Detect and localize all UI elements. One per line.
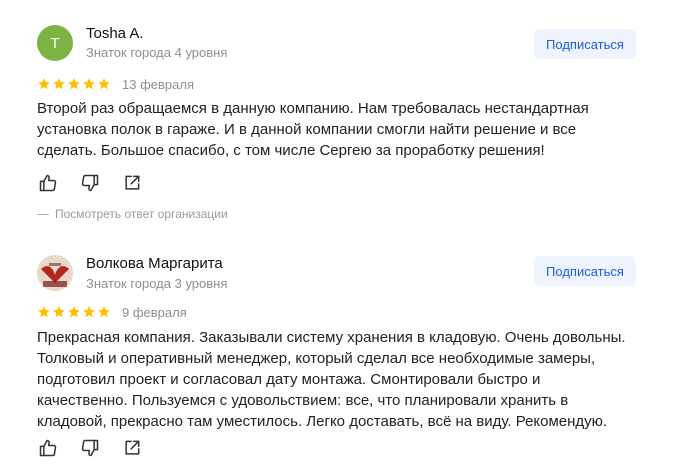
share-icon[interactable]: [121, 172, 143, 194]
thumbs-down-icon[interactable]: [79, 437, 101, 459]
star-icon: [98, 306, 110, 318]
star-icon: [83, 306, 95, 318]
review-text: Прекрасная компания. Заказывали систему …: [37, 327, 637, 432]
avatar[interactable]: [37, 255, 73, 291]
star-icon: [53, 306, 65, 318]
review-text: Второй раз обращаемся в данную компанию.…: [37, 98, 637, 161]
star-rating: [37, 77, 111, 91]
review-date: 13 февраля: [122, 77, 194, 92]
reply-dash: [37, 213, 49, 215]
review-actions: [37, 437, 143, 459]
review-text-line: Толковый и оперативный менеджер, который…: [37, 350, 596, 367]
thumbs-up-icon[interactable]: [37, 172, 59, 194]
star-icon: [98, 78, 110, 90]
review-text-line: Второй раз обращаемся в данную компанию.…: [37, 100, 589, 117]
view-org-reply-label: Посмотреть ответ организации: [55, 207, 228, 221]
author-name[interactable]: Волкова Маргарита: [86, 255, 223, 272]
review-actions: [37, 172, 143, 194]
review-text-line: подготовил проект и согласовал дату монт…: [37, 371, 541, 388]
view-org-reply-link[interactable]: Посмотреть ответ организации: [37, 207, 228, 221]
star-rating: [37, 305, 111, 319]
review-text-line: установка полок в гараже. И в данной ком…: [37, 121, 577, 138]
review-text-line: качественно. Пользуемся с удовольствием:…: [37, 392, 569, 409]
star-icon: [68, 78, 80, 90]
star-icon: [38, 78, 50, 90]
avatar-image: [37, 255, 73, 291]
author-name[interactable]: Tosha A.: [86, 25, 144, 42]
review-text-line: кладовой, прекрасно там уместилось. Легк…: [37, 413, 608, 430]
star-icon: [53, 78, 65, 90]
author-level: Знаток города 3 уровня: [86, 276, 228, 291]
author-level: Знаток города 4 уровня: [86, 45, 228, 60]
subscribe-button[interactable]: Подписаться: [534, 256, 636, 286]
thumbs-down-icon[interactable]: [79, 172, 101, 194]
review-text-line: Прекрасная компания. Заказывали систему …: [37, 329, 626, 346]
review-text-line: сделать. Большое спасибо, с том числе Се…: [37, 142, 545, 159]
review-date: 9 февраля: [122, 305, 187, 320]
star-icon: [38, 306, 50, 318]
thumbs-up-icon[interactable]: [37, 437, 59, 459]
subscribe-button[interactable]: Подписаться: [534, 29, 636, 59]
share-icon[interactable]: [121, 437, 143, 459]
star-icon: [83, 78, 95, 90]
avatar[interactable]: T: [37, 25, 73, 61]
star-icon: [68, 306, 80, 318]
avatar-letter: T: [50, 34, 60, 52]
